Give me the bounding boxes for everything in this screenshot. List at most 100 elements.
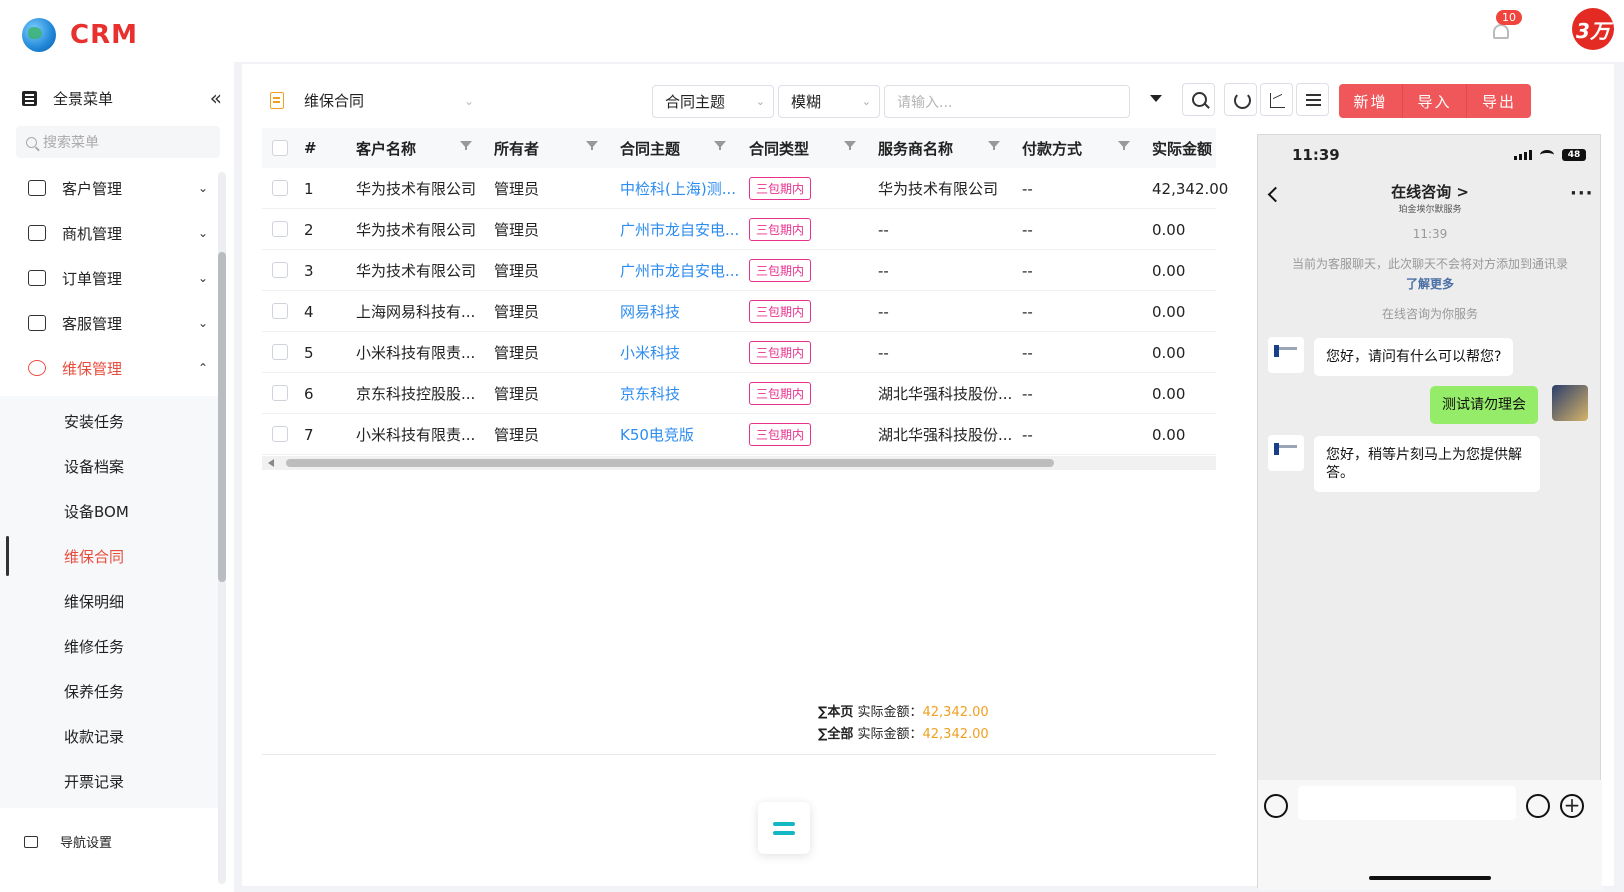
- filter-icon[interactable]: [1118, 141, 1130, 150]
- row-checkbox[interactable]: [272, 303, 288, 319]
- row-checkbox[interactable]: [272, 221, 288, 237]
- emoji-icon[interactable]: [1526, 794, 1550, 818]
- cell-customer: 华为技术有限公司: [356, 262, 477, 280]
- table-row[interactable]: 3 华为技术有限公司 管理员 广州市龙自安电... 三包期内 -- -- 0.0…: [262, 250, 1216, 291]
- search-input[interactable]: 请输入...: [884, 85, 1130, 118]
- more-options-icon[interactable]: ···: [1570, 183, 1594, 204]
- sidebar-item-service[interactable]: 客服管理 ⌄: [28, 308, 208, 338]
- sidebar-item-maintenance[interactable]: 维保管理 ⌃: [28, 353, 208, 383]
- table-row[interactable]: 4 上海网易科技有... 管理员 网易科技 三包期内 -- -- 0.00: [262, 291, 1216, 332]
- page-summary: ∑本页 实际金额：42,342.00: [818, 702, 989, 724]
- refresh-button[interactable]: [1224, 83, 1257, 116]
- filter-icon[interactable]: [586, 141, 598, 150]
- row-checkbox[interactable]: [272, 262, 288, 278]
- chat-title[interactable]: 在线咨询 >: [1258, 181, 1602, 202]
- cell-subject-link[interactable]: K50电竞版: [620, 414, 694, 455]
- cell-subject-link[interactable]: 中检科(上海)测...: [620, 168, 736, 209]
- sidebar-item-orders[interactable]: 订单管理 ⌄: [28, 263, 208, 293]
- view-label: 维保合同: [304, 92, 365, 110]
- cell-index: 6: [304, 384, 314, 403]
- submenu-item-maintenance-contracts[interactable]: 维保合同: [64, 546, 124, 567]
- page-summary-label: ∑本页: [818, 705, 854, 720]
- cell-payment: --: [1022, 302, 1033, 321]
- filter-icon[interactable]: [988, 141, 1000, 150]
- table-row[interactable]: 6 京东科技控股股... 管理员 京东科技 三包期内 湖北华强科技股份... -…: [262, 373, 1216, 414]
- submenu-item-install-tasks[interactable]: 安装任务: [64, 411, 124, 432]
- col-header-amount[interactable]: 实际金额: [1152, 128, 1212, 168]
- cell-subject-link[interactable]: 广州市龙自安电...: [620, 209, 739, 250]
- total-summary-amount: 42,342.00: [922, 727, 989, 742]
- cell-type: 三包期内: [749, 291, 812, 332]
- add-button[interactable]: 新增: [1339, 84, 1403, 118]
- plus-icon[interactable]: +: [1560, 794, 1584, 818]
- caret-down-icon[interactable]: [1150, 95, 1162, 102]
- chat-message-input[interactable]: [1298, 786, 1516, 820]
- floating-menu-button[interactable]: [758, 802, 810, 854]
- sidebar-scrollbar[interactable]: [218, 172, 226, 884]
- columns-button[interactable]: [1296, 83, 1329, 116]
- row-checkbox[interactable]: [272, 180, 288, 196]
- row-checkbox[interactable]: [272, 344, 288, 360]
- order-icon: [28, 270, 46, 286]
- submenu-item-invoice-records[interactable]: 开票记录: [64, 771, 124, 792]
- scroll-left-icon[interactable]: [268, 459, 274, 467]
- col-header-customer[interactable]: 客户名称: [356, 128, 416, 168]
- export-button[interactable]: 导出: [1467, 84, 1531, 118]
- search-button[interactable]: [1182, 83, 1215, 116]
- table-horizontal-scrollbar[interactable]: [262, 456, 1216, 470]
- agent-avatar: [1268, 337, 1304, 373]
- row-checkbox[interactable]: [272, 385, 288, 401]
- col-header-provider[interactable]: 服务商名称: [878, 128, 953, 168]
- table-row[interactable]: 7 小米科技有限责... 管理员 K50电竞版 三包期内 湖北华强科技股份...…: [262, 414, 1216, 455]
- chart-button[interactable]: [1260, 83, 1293, 116]
- cell-subject-link[interactable]: 小米科技: [620, 332, 680, 373]
- cell-payment: --: [1022, 425, 1033, 444]
- notification-bell[interactable]: 10: [1490, 10, 1522, 42]
- table-row[interactable]: 1 华为技术有限公司 管理员 中检科(上海)测... 三包期内 华为技术有限公司…: [262, 168, 1228, 209]
- submenu-item-device-bom[interactable]: 设备BOM: [64, 501, 129, 522]
- cell-subject-link[interactable]: 京东科技: [620, 373, 680, 414]
- field-select[interactable]: 合同主题 ⌄: [652, 85, 774, 118]
- app-logo[interactable]: CRM: [22, 18, 138, 52]
- menu-search-input[interactable]: 搜索菜单: [16, 126, 220, 158]
- col-header-type[interactable]: 合同类型: [749, 128, 809, 168]
- view-selector[interactable]: 维保合同 ⌄: [270, 90, 474, 111]
- collapse-sidebar-icon[interactable]: «: [210, 86, 222, 110]
- col-header-index: #: [304, 139, 317, 157]
- sidebar-item-customers[interactable]: 客户管理 ⌄: [28, 173, 208, 203]
- table-row[interactable]: 5 小米科技有限责... 管理员 小米科技 三包期内 -- -- 0.00: [262, 332, 1216, 373]
- row-checkbox[interactable]: [272, 426, 288, 442]
- submenu-item-maintenance-details[interactable]: 维保明细: [64, 591, 124, 612]
- sidebar-header-label[interactable]: 全景菜单: [53, 88, 113, 109]
- cell-subject-link[interactable]: 网易科技: [620, 291, 680, 332]
- cell-payment: --: [1022, 261, 1033, 280]
- match-select[interactable]: 模糊 ⌄: [778, 85, 880, 118]
- col-header-subject[interactable]: 合同主题: [620, 128, 680, 168]
- select-all-checkbox[interactable]: [272, 140, 288, 156]
- type-tag: 三包期内: [749, 259, 812, 282]
- table-row[interactable]: 2 华为技术有限公司 管理员 广州市龙自安电... 三包期内 -- -- 0.0…: [262, 209, 1216, 250]
- col-header-owner[interactable]: 所有者: [494, 128, 539, 168]
- import-button[interactable]: 导入: [1403, 84, 1467, 118]
- submenu-item-payment-records[interactable]: 收款记录: [64, 726, 124, 747]
- match-select-value: 模糊: [791, 93, 822, 111]
- scrollbar-thumb[interactable]: [218, 252, 226, 582]
- voice-icon[interactable]: [1264, 794, 1288, 818]
- cell-type: 三包期内: [749, 332, 812, 373]
- cell-payment: --: [1022, 343, 1033, 362]
- learn-more-link[interactable]: 了解更多: [1258, 275, 1602, 292]
- filter-icon[interactable]: [844, 141, 856, 150]
- nav-settings[interactable]: 导航设置: [24, 832, 112, 851]
- user-avatar[interactable]: 3万: [1572, 8, 1614, 50]
- cell-amount: 0.00: [1152, 302, 1186, 321]
- sidebar-item-opportunities[interactable]: 商机管理 ⌄: [28, 218, 208, 248]
- filter-icon[interactable]: [460, 141, 472, 150]
- submenu-item-upkeep-tasks[interactable]: 保养任务: [64, 681, 124, 702]
- chevron-up-icon: ⌃: [197, 361, 208, 375]
- submenu-item-repair-tasks[interactable]: 维修任务: [64, 636, 124, 657]
- scrollbar-thumb[interactable]: [286, 459, 1054, 467]
- cell-subject-link[interactable]: 广州市龙自安电...: [620, 250, 739, 291]
- col-header-payment[interactable]: 付款方式: [1022, 128, 1082, 168]
- submenu-item-device-archive[interactable]: 设备档案: [64, 456, 124, 477]
- filter-icon[interactable]: [714, 141, 726, 150]
